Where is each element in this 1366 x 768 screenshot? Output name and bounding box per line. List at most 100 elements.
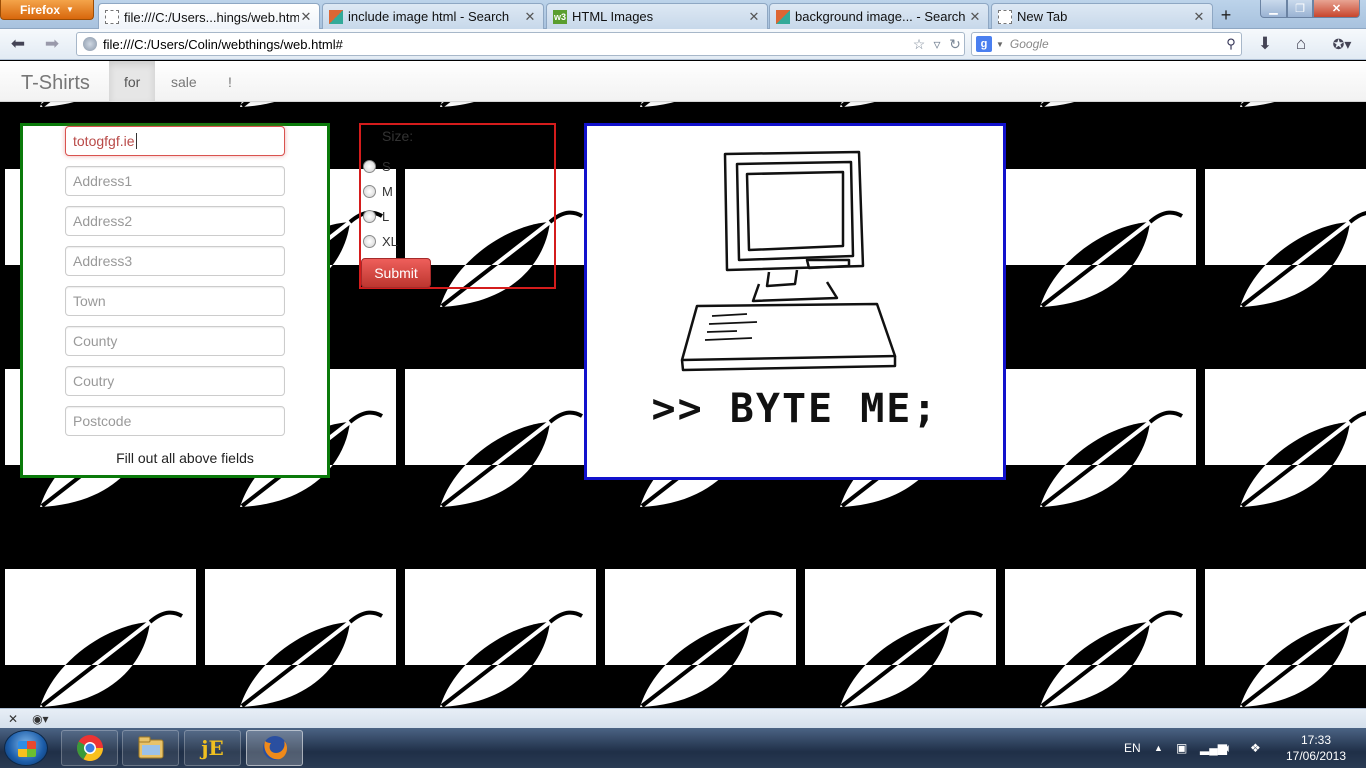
status-bar: ✕ ◉▾: [0, 708, 1366, 728]
tab-include-image-search[interactable]: include image html - Search ✕: [322, 3, 544, 29]
leaf-tile: [5, 569, 196, 708]
jedit-taskbar-button[interactable]: jE: [184, 730, 241, 766]
close-icon[interactable]: ✕: [1192, 9, 1206, 25]
document-icon: [998, 9, 1012, 24]
leaf-tile: [1205, 369, 1366, 560]
address3-field[interactable]: Address3: [65, 246, 285, 276]
globe-icon: [83, 37, 97, 51]
address1-field[interactable]: Address1: [65, 166, 285, 196]
computer-drawing: [680, 150, 897, 372]
postcode-field[interactable]: Postcode: [65, 406, 285, 436]
download-icon[interactable]: ⬇: [1253, 33, 1277, 55]
home-icon[interactable]: ⌂: [1289, 33, 1313, 55]
close-icon[interactable]: ✕: [968, 9, 982, 25]
submit-button[interactable]: Submit: [361, 258, 431, 288]
tab-title: New Tab: [1017, 9, 1068, 24]
nav-link-exclamation[interactable]: !: [213, 61, 247, 102]
start-button[interactable]: [4, 730, 48, 766]
device-icon[interactable]: ▣: [1176, 728, 1187, 768]
chevron-down-icon[interactable]: ▼: [996, 40, 1004, 49]
jedit-icon: jE: [201, 736, 224, 760]
windows-taskbar: jE EN ▲ ▣ ▂▄▆ 🔈︎ ❖ 17:33 17/06/2013: [0, 728, 1366, 768]
bookmarks-menu-icon[interactable]: ✪▾: [1326, 33, 1358, 55]
firefox-menu-button[interactable]: Firefox ▼: [0, 0, 94, 20]
url-text: file:///C:/Users/Colin/webthings/web.htm…: [103, 36, 343, 52]
tab-web-html[interactable]: file:///C:/Users...hings/web.html# ✕: [98, 3, 320, 30]
nav-link-for[interactable]: for: [109, 61, 156, 102]
size-radio-m[interactable]: [363, 185, 376, 198]
url-bar[interactable]: file:///C:/Users/Colin/webthings/web.htm…: [76, 32, 965, 56]
size-radio-l[interactable]: [363, 210, 376, 223]
document-icon: [105, 10, 119, 24]
close-window-button[interactable]: ✕: [1313, 0, 1360, 18]
new-tab-button[interactable]: +: [1214, 5, 1238, 25]
search-placeholder: Google: [1009, 37, 1049, 51]
size-option-label: L: [382, 209, 390, 224]
close-icon[interactable]: ✕: [8, 712, 18, 726]
system-clock[interactable]: 17:33 17/06/2013: [1276, 732, 1356, 764]
bing-icon: [776, 9, 790, 24]
explorer-icon: [138, 736, 163, 759]
search-icon[interactable]: ⚲: [1221, 36, 1241, 52]
addon-bar-icon[interactable]: ◉▾: [32, 712, 49, 726]
firefox-icon: [262, 736, 287, 760]
dropbox-icon[interactable]: ❖: [1250, 728, 1261, 768]
tshirt-image-panel: >> BYTE ME;: [584, 123, 1006, 480]
chrome-taskbar-button[interactable]: [61, 730, 118, 766]
brand-link[interactable]: T-Shirts: [21, 72, 90, 95]
address2-field[interactable]: Address2: [65, 206, 285, 236]
text-cursor: [135, 133, 137, 149]
firefox-taskbar-button[interactable]: [246, 730, 303, 766]
search-bar[interactable]: g ▼ Google ⚲: [971, 32, 1242, 56]
size-option-label: M: [382, 184, 393, 199]
county-field[interactable]: County: [65, 326, 285, 356]
country-field[interactable]: Coutry: [65, 366, 285, 396]
dropdown-arrow-icon[interactable]: ▿: [928, 36, 946, 53]
clock-date: 17/06/2013: [1285, 749, 1347, 763]
minimize-button[interactable]: ▁: [1260, 0, 1287, 18]
close-icon[interactable]: ✕: [523, 9, 537, 25]
site-navbar: T-Shirts for sale !: [0, 61, 1366, 102]
size-form-panel: Size: S M L XL Submit: [359, 123, 556, 289]
bookmark-star-icon[interactable]: ☆: [910, 36, 928, 53]
leaf-tile: [605, 569, 796, 708]
close-icon[interactable]: ✕: [747, 9, 761, 25]
leaf-tile: [1005, 569, 1196, 708]
size-radio-xl[interactable]: [363, 235, 376, 248]
size-option-label: XL: [382, 234, 398, 249]
tab-title: file:///C:/Users...hings/web.html#: [124, 9, 299, 25]
leaf-tile: [205, 569, 396, 708]
bing-icon: [329, 9, 343, 24]
chevron-down-icon: ▼: [66, 5, 74, 14]
google-icon[interactable]: g: [976, 36, 992, 52]
leaf-tile: [405, 569, 596, 708]
address-form-panel: totogfgf.ie Address1 Address2 Address3 T…: [20, 123, 330, 478]
email-value: totogfgf.ie: [73, 133, 135, 149]
forward-button[interactable]: ➡: [40, 33, 64, 55]
byte-me-caption: >> BYTE ME;: [651, 386, 939, 432]
tab-html-images[interactable]: w3 HTML Images ✕: [546, 3, 768, 29]
size-label: Size:: [382, 128, 414, 144]
size-option-label: S: [382, 159, 391, 174]
town-field[interactable]: Town: [65, 286, 285, 316]
chrome-icon: [76, 735, 103, 762]
maximize-button[interactable]: ❐: [1287, 0, 1313, 18]
nav-link-sale[interactable]: sale: [156, 61, 212, 102]
tab-background-image-search[interactable]: background image... - Search ✕: [769, 3, 989, 29]
size-radio-s[interactable]: [363, 160, 376, 173]
tab-new-tab[interactable]: New Tab ✕: [991, 3, 1213, 29]
back-button[interactable]: ⬅: [6, 33, 30, 55]
form-hint-text: Fill out all above fields: [116, 450, 254, 466]
explorer-taskbar-button[interactable]: [122, 730, 179, 766]
leaf-tile: [1205, 569, 1366, 708]
network-icon[interactable]: ▂▄▆: [1200, 728, 1227, 768]
close-icon[interactable]: ✕: [299, 9, 313, 25]
leaf-tile: [1005, 369, 1196, 560]
tab-title: background image... - Search: [795, 9, 966, 24]
language-indicator[interactable]: EN: [1124, 728, 1141, 768]
page-viewport: T-Shirts for sale ! totogfgf.ie Address1…: [0, 61, 1366, 708]
email-field[interactable]: totogfgf.ie: [65, 126, 285, 156]
reload-icon[interactable]: ↻: [946, 36, 964, 53]
volume-icon[interactable]: 🔈︎: [1225, 728, 1232, 768]
show-hidden-icons-icon[interactable]: ▲: [1154, 728, 1163, 768]
